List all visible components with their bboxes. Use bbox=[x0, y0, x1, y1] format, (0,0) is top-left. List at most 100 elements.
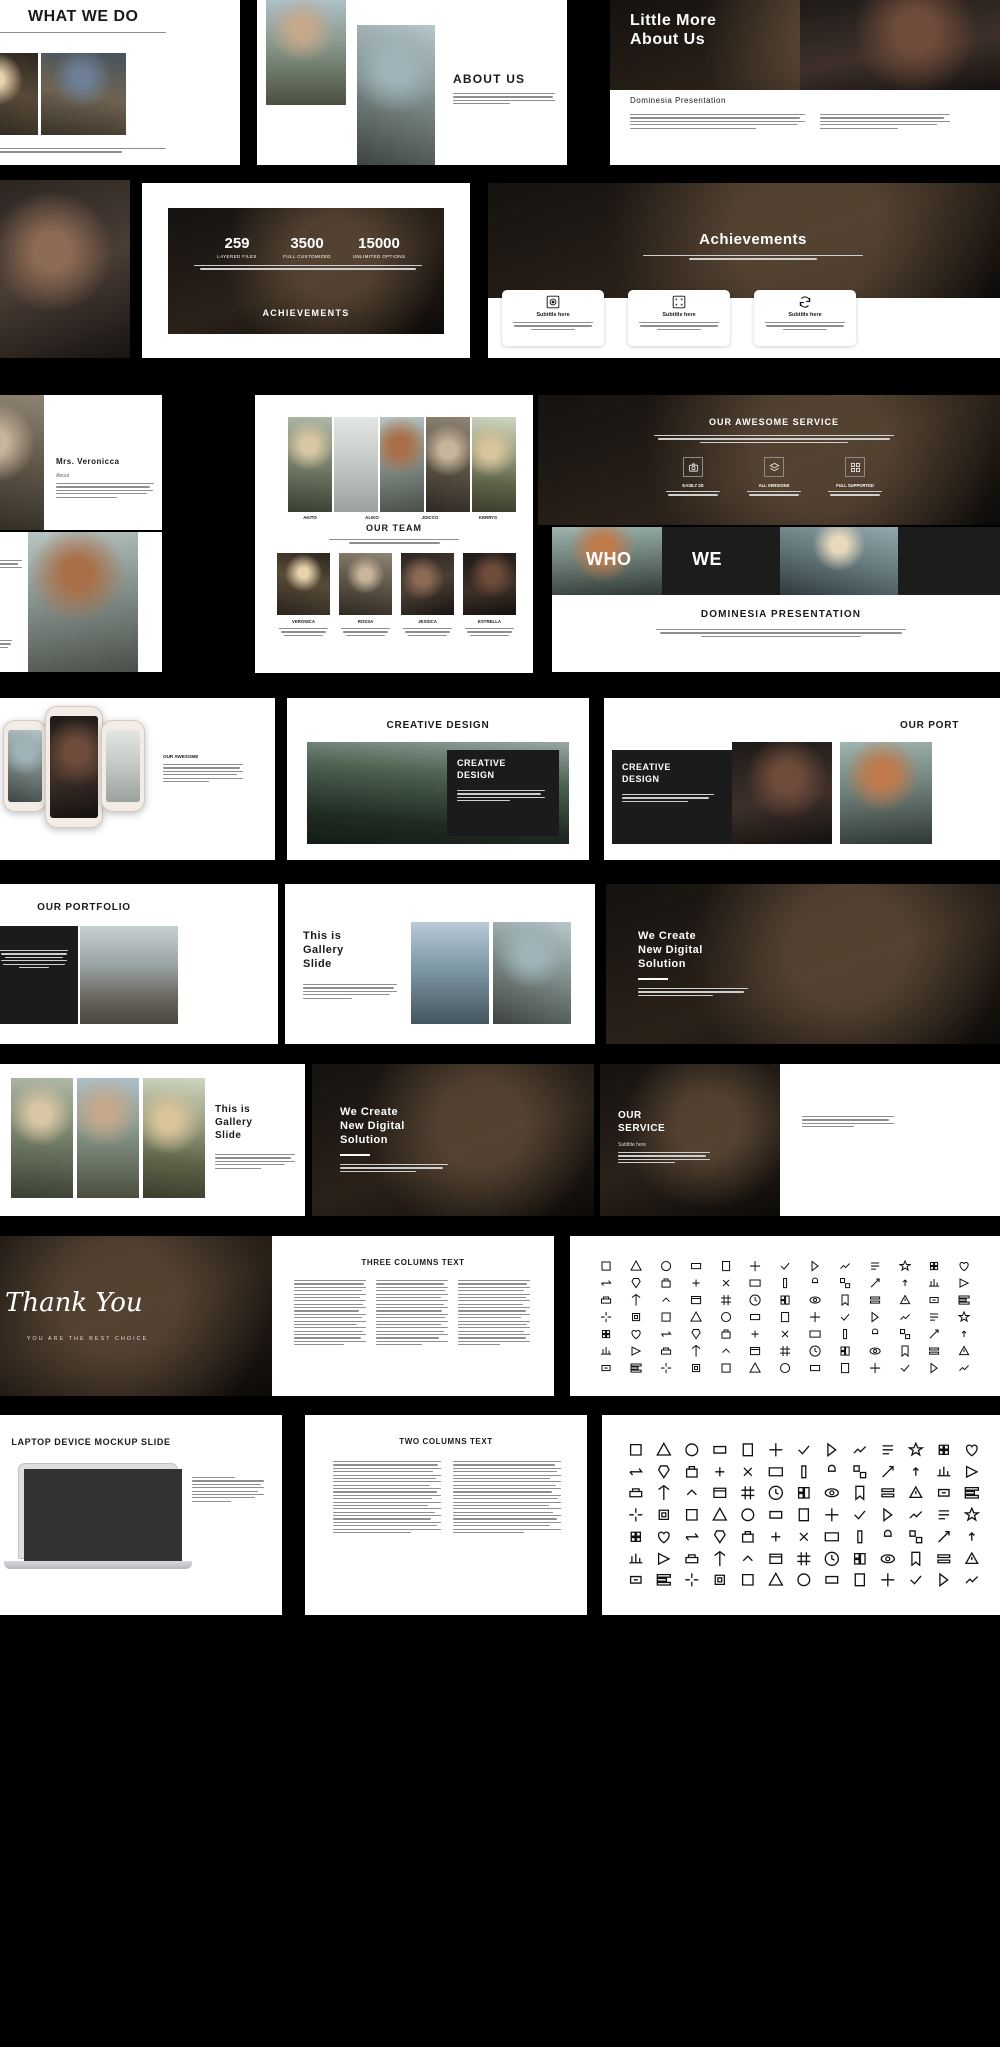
pack-icon[interactable] bbox=[964, 1464, 980, 1480]
pack-icon[interactable] bbox=[630, 1294, 642, 1306]
pack-icon[interactable] bbox=[600, 1328, 612, 1340]
pack-icon[interactable] bbox=[809, 1277, 821, 1289]
pack-icon[interactable] bbox=[740, 1551, 756, 1567]
pack-icon[interactable] bbox=[600, 1260, 612, 1272]
pack-icon[interactable] bbox=[768, 1507, 784, 1523]
pack-icon[interactable] bbox=[824, 1572, 840, 1588]
slide-new-digital-a[interactable]: We Create New Digital Solution bbox=[606, 884, 1000, 1044]
pack-icon[interactable] bbox=[660, 1328, 672, 1340]
pack-icon[interactable] bbox=[749, 1311, 761, 1323]
slide-creative-design-light[interactable]: CREATIVE DESIGN CREATIVE DESIGN bbox=[287, 698, 589, 860]
pack-icon[interactable] bbox=[839, 1345, 851, 1357]
pack-icon[interactable] bbox=[660, 1345, 672, 1357]
pack-icon[interactable] bbox=[796, 1507, 812, 1523]
pack-icon[interactable] bbox=[928, 1294, 940, 1306]
pack-icon[interactable] bbox=[899, 1328, 911, 1340]
pack-icon[interactable] bbox=[749, 1328, 761, 1340]
slide-three-columns[interactable]: THREE COLUMNS TEXT bbox=[272, 1236, 554, 1396]
pack-icon[interactable] bbox=[630, 1328, 642, 1340]
pack-icon[interactable] bbox=[824, 1485, 840, 1501]
pack-icon[interactable] bbox=[869, 1362, 881, 1374]
pack-icon[interactable] bbox=[964, 1572, 980, 1588]
pack-icon[interactable] bbox=[936, 1551, 952, 1567]
pack-icon[interactable] bbox=[600, 1345, 612, 1357]
pack-icon[interactable] bbox=[908, 1551, 924, 1567]
pack-icon[interactable] bbox=[630, 1345, 642, 1357]
pack-icon[interactable] bbox=[928, 1328, 940, 1340]
pack-icon[interactable] bbox=[869, 1345, 881, 1357]
pack-icon[interactable] bbox=[600, 1311, 612, 1323]
pack-icon[interactable] bbox=[936, 1485, 952, 1501]
pack-icon[interactable] bbox=[796, 1442, 812, 1458]
pack-icon[interactable] bbox=[749, 1345, 761, 1357]
pack-icon[interactable] bbox=[899, 1294, 911, 1306]
pack-icon[interactable] bbox=[740, 1507, 756, 1523]
pack-icon[interactable] bbox=[600, 1362, 612, 1374]
pack-icon[interactable] bbox=[684, 1464, 700, 1480]
pack-icon[interactable] bbox=[684, 1442, 700, 1458]
pack-icon[interactable] bbox=[779, 1260, 791, 1272]
pack-icon[interactable] bbox=[684, 1572, 700, 1588]
pack-icon[interactable] bbox=[768, 1442, 784, 1458]
pack-icon[interactable] bbox=[600, 1294, 612, 1306]
pack-icon[interactable] bbox=[740, 1464, 756, 1480]
pack-icon[interactable] bbox=[839, 1362, 851, 1374]
pack-icon[interactable] bbox=[656, 1442, 672, 1458]
pack-icon[interactable] bbox=[839, 1294, 851, 1307]
pack-icon[interactable] bbox=[958, 1294, 970, 1306]
pack-icon[interactable] bbox=[796, 1485, 812, 1501]
pack-icon[interactable] bbox=[690, 1328, 702, 1340]
pack-icon[interactable] bbox=[628, 1572, 644, 1588]
pack-icon[interactable] bbox=[779, 1311, 791, 1323]
pack-icon[interactable] bbox=[712, 1485, 728, 1501]
pack-icon[interactable] bbox=[869, 1277, 881, 1289]
slide-our-portfolio-right[interactable]: OUR PORT CREATIVE DESIGN bbox=[604, 698, 1000, 860]
pack-icon[interactable] bbox=[964, 1442, 980, 1458]
pack-icon[interactable] bbox=[869, 1260, 881, 1272]
pack-icon[interactable] bbox=[824, 1507, 840, 1523]
pack-icon[interactable] bbox=[880, 1551, 896, 1567]
pack-icon[interactable] bbox=[740, 1485, 756, 1501]
slide-company-profile[interactable]: NO DOMINESIA COMPANY Mrs. Veronicca Abou… bbox=[0, 395, 162, 530]
pack-icon[interactable] bbox=[720, 1345, 732, 1357]
pack-icon[interactable] bbox=[796, 1551, 812, 1567]
pack-icon[interactable] bbox=[880, 1442, 896, 1458]
pack-icon[interactable] bbox=[839, 1328, 851, 1340]
slide-thank-you[interactable]: Thank You YOU ARE THE BEST CHOICE bbox=[0, 1236, 275, 1396]
slide-gallery-b[interactable]: This is Gallery Slide bbox=[0, 1064, 305, 1216]
slide-what-we-do[interactable]: WHAT WE DO bbox=[0, 0, 240, 165]
pack-icon[interactable] bbox=[656, 1572, 672, 1588]
slide-achievements-hero[interactable]: Achievements Subtitle here Subtitle here… bbox=[488, 183, 1000, 358]
pack-icon[interactable] bbox=[779, 1362, 791, 1374]
pack-icon[interactable] bbox=[660, 1260, 672, 1272]
slide-portrait-dark[interactable]: M bbox=[0, 180, 130, 358]
pack-icon[interactable] bbox=[690, 1344, 702, 1357]
pack-icon[interactable] bbox=[852, 1485, 868, 1502]
slide-laptop-mockup[interactable]: LAPTOP DEVICE MOCKUP SLIDE bbox=[0, 1415, 282, 1615]
pack-icon[interactable] bbox=[779, 1277, 791, 1289]
pack-icon[interactable] bbox=[869, 1311, 881, 1323]
pack-icon[interactable] bbox=[656, 1529, 672, 1545]
pack-icon[interactable] bbox=[600, 1277, 612, 1289]
pack-icon[interactable] bbox=[907, 1442, 924, 1458]
pack-icon[interactable] bbox=[749, 1361, 762, 1374]
pack-icon[interactable] bbox=[824, 1442, 840, 1458]
pack-icon[interactable] bbox=[908, 1464, 924, 1480]
pack-icon[interactable] bbox=[712, 1507, 728, 1523]
pack-icon[interactable] bbox=[880, 1485, 896, 1501]
pack-icon[interactable] bbox=[809, 1345, 821, 1357]
pack-icon[interactable] bbox=[928, 1345, 940, 1357]
pack-icon[interactable] bbox=[720, 1260, 732, 1272]
slide-our-service-dark[interactable]: OUR SERVICE Subtitle here bbox=[600, 1064, 1000, 1216]
pack-icon[interactable] bbox=[740, 1442, 756, 1458]
pack-icon[interactable] bbox=[740, 1529, 756, 1545]
slide-our-team[interactable]: AKITO ALIKO JOICCO KERRYS OUR TEAM VERON… bbox=[255, 395, 533, 673]
pack-icon[interactable] bbox=[684, 1507, 700, 1523]
pack-icon[interactable] bbox=[824, 1529, 840, 1545]
pack-icon[interactable] bbox=[824, 1551, 840, 1567]
pack-icon[interactable] bbox=[749, 1277, 762, 1289]
pack-icon[interactable] bbox=[690, 1362, 702, 1374]
pack-icon[interactable] bbox=[958, 1277, 970, 1289]
pack-icon[interactable] bbox=[630, 1277, 642, 1289]
slide-little-more-about-us[interactable]: Little More About Us Dominesia Presentat… bbox=[610, 0, 1000, 165]
